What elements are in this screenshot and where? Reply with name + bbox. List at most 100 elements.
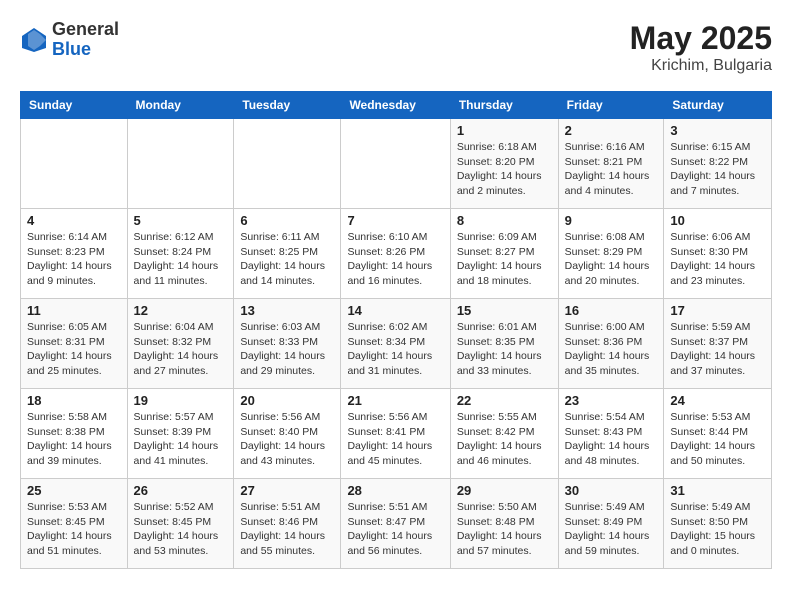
weekday-header-thursday: Thursday — [450, 92, 558, 119]
logo: General Blue — [20, 20, 119, 60]
day-number: 25 — [27, 483, 121, 498]
calendar-cell: 13 Sunrise: 6:03 AM Sunset: 8:33 PM Dayli… — [234, 299, 341, 389]
calendar-header: SundayMondayTuesdayWednesdayThursdayFrid… — [21, 92, 772, 119]
calendar-cell: 25Sunrise: 5:53 AM Sunset: 8:45 PM Dayli… — [21, 479, 128, 569]
day-info: Sunrise: 5:53 AM Sunset: 8:44 PM Dayligh… — [670, 410, 765, 469]
calendar-subtitle: Krichim, Bulgaria — [630, 57, 772, 75]
calendar-cell: 29 Sunrise: 5:50 AM Sunset: 8:48 PM Dayli… — [450, 479, 558, 569]
calendar-cell — [341, 119, 450, 209]
day-number: 28 — [347, 483, 443, 498]
weekday-header-row: SundayMondayTuesdayWednesdayThursdayFrid… — [21, 92, 772, 119]
calendar-cell: 19Sunrise: 5:57 AM Sunset: 8:39 PM Dayli… — [127, 389, 234, 479]
logo-text: General Blue — [52, 20, 119, 60]
day-number: 26 — [134, 483, 228, 498]
calendar-week-4: 18 Sunrise: 5:58 AM Sunset: 8:38 PM Dayli… — [21, 389, 772, 479]
calendar-cell: 9 Sunrise: 6:08 AM Sunset: 8:29 PM Daylig… — [558, 209, 664, 299]
day-number: 3 — [670, 123, 765, 138]
calendar-cell: 3 Sunrise: 6:15 AM Sunset: 8:22 PM Daylig… — [664, 119, 772, 209]
day-number: 7 — [347, 213, 443, 228]
day-info: Sunrise: 5:56 AM Sunset: 8:40 PM Dayligh… — [240, 410, 334, 469]
calendar-cell: 10 Sunrise: 6:06 AM Sunset: 8:30 PM Dayli… — [664, 209, 772, 299]
day-number: 12 — [134, 303, 228, 318]
day-number: 31 — [670, 483, 765, 498]
calendar-title: May 2025 — [630, 20, 772, 57]
day-number: 6 — [240, 213, 334, 228]
day-info: Sunrise: 6:14 AM Sunset: 8:23 PM Dayligh… — [27, 230, 121, 289]
day-info: Sunrise: 6:16 AM Sunset: 8:21 PM Dayligh… — [565, 140, 658, 199]
day-info: Sunrise: 5:58 AM Sunset: 8:38 PM Dayligh… — [27, 410, 121, 469]
day-number: 16 — [565, 303, 658, 318]
day-number: 29 — [457, 483, 552, 498]
calendar-cell: 12Sunrise: 6:04 AM Sunset: 8:32 PM Dayli… — [127, 299, 234, 389]
day-info: Sunrise: 6:03 AM Sunset: 8:33 PM Dayligh… — [240, 320, 334, 379]
logo-general-text: General — [52, 20, 119, 40]
day-number: 22 — [457, 393, 552, 408]
day-number: 14 — [347, 303, 443, 318]
day-number: 11 — [27, 303, 121, 318]
day-number: 4 — [27, 213, 121, 228]
day-number: 17 — [670, 303, 765, 318]
day-info: Sunrise: 5:55 AM Sunset: 8:42 PM Dayligh… — [457, 410, 552, 469]
day-info: Sunrise: 5:56 AM Sunset: 8:41 PM Dayligh… — [347, 410, 443, 469]
day-number: 18 — [27, 393, 121, 408]
day-number: 24 — [670, 393, 765, 408]
calendar-cell: 26Sunrise: 5:52 AM Sunset: 8:45 PM Dayli… — [127, 479, 234, 569]
weekday-header-saturday: Saturday — [664, 92, 772, 119]
day-info: Sunrise: 6:09 AM Sunset: 8:27 PM Dayligh… — [457, 230, 552, 289]
day-info: Sunrise: 5:59 AM Sunset: 8:37 PM Dayligh… — [670, 320, 765, 379]
day-number: 27 — [240, 483, 334, 498]
day-info: Sunrise: 5:49 AM Sunset: 8:49 PM Dayligh… — [565, 500, 658, 559]
calendar-table: SundayMondayTuesdayWednesdayThursdayFrid… — [20, 91, 772, 569]
calendar-cell: 16 Sunrise: 6:00 AM Sunset: 8:36 PM Dayli… — [558, 299, 664, 389]
day-number: 8 — [457, 213, 552, 228]
day-info: Sunrise: 5:54 AM Sunset: 8:43 PM Dayligh… — [565, 410, 658, 469]
weekday-header-monday: Monday — [127, 92, 234, 119]
calendar-cell — [21, 119, 128, 209]
calendar-cell: 24 Sunrise: 5:53 AM Sunset: 8:44 PM Dayli… — [664, 389, 772, 479]
day-info: Sunrise: 6:06 AM Sunset: 8:30 PM Dayligh… — [670, 230, 765, 289]
calendar-body: 1Sunrise: 6:18 AM Sunset: 8:20 PM Daylig… — [21, 119, 772, 569]
day-number: 5 — [134, 213, 228, 228]
day-info: Sunrise: 5:50 AM Sunset: 8:48 PM Dayligh… — [457, 500, 552, 559]
day-number: 19 — [134, 393, 228, 408]
day-number: 30 — [565, 483, 658, 498]
calendar-cell: 31Sunrise: 5:49 AM Sunset: 8:50 PM Dayli… — [664, 479, 772, 569]
calendar-cell: 4 Sunrise: 6:14 AM Sunset: 8:23 PM Daylig… — [21, 209, 128, 299]
weekday-header-friday: Friday — [558, 92, 664, 119]
day-number: 13 — [240, 303, 334, 318]
weekday-header-sunday: Sunday — [21, 92, 128, 119]
logo-icon — [20, 26, 48, 54]
calendar-cell: 17 Sunrise: 5:59 AM Sunset: 8:37 PM Dayli… — [664, 299, 772, 389]
day-info: Sunrise: 6:12 AM Sunset: 8:24 PM Dayligh… — [134, 230, 228, 289]
day-number: 2 — [565, 123, 658, 138]
day-info: Sunrise: 6:11 AM Sunset: 8:25 PM Dayligh… — [240, 230, 334, 289]
day-info: Sunrise: 6:05 AM Sunset: 8:31 PM Dayligh… — [27, 320, 121, 379]
calendar-week-2: 4 Sunrise: 6:14 AM Sunset: 8:23 PM Daylig… — [21, 209, 772, 299]
calendar-week-3: 11 Sunrise: 6:05 AM Sunset: 8:31 PM Dayli… — [21, 299, 772, 389]
title-block: May 2025 Krichim, Bulgaria — [630, 20, 772, 75]
calendar-cell: 11 Sunrise: 6:05 AM Sunset: 8:31 PM Dayli… — [21, 299, 128, 389]
weekday-header-wednesday: Wednesday — [341, 92, 450, 119]
day-info: Sunrise: 6:02 AM Sunset: 8:34 PM Dayligh… — [347, 320, 443, 379]
day-info: Sunrise: 5:51 AM Sunset: 8:46 PM Dayligh… — [240, 500, 334, 559]
calendar-cell: 15Sunrise: 6:01 AM Sunset: 8:35 PM Dayli… — [450, 299, 558, 389]
weekday-header-tuesday: Tuesday — [234, 92, 341, 119]
calendar-cell: 30 Sunrise: 5:49 AM Sunset: 8:49 PM Dayli… — [558, 479, 664, 569]
page-header: General Blue May 2025 Krichim, Bulgaria — [20, 20, 772, 75]
day-info: Sunrise: 5:51 AM Sunset: 8:47 PM Dayligh… — [347, 500, 443, 559]
day-info: Sunrise: 6:15 AM Sunset: 8:22 PM Dayligh… — [670, 140, 765, 199]
day-number: 10 — [670, 213, 765, 228]
calendar-cell: 8 Sunrise: 6:09 AM Sunset: 8:27 PM Daylig… — [450, 209, 558, 299]
calendar-cell: 27 Sunrise: 5:51 AM Sunset: 8:46 PM Dayli… — [234, 479, 341, 569]
calendar-cell: 6 Sunrise: 6:11 AM Sunset: 8:25 PM Daylig… — [234, 209, 341, 299]
calendar-cell: 23 Sunrise: 5:54 AM Sunset: 8:43 PM Dayli… — [558, 389, 664, 479]
day-info: Sunrise: 6:08 AM Sunset: 8:29 PM Dayligh… — [565, 230, 658, 289]
day-info: Sunrise: 6:01 AM Sunset: 8:35 PM Dayligh… — [457, 320, 552, 379]
day-number: 23 — [565, 393, 658, 408]
day-number: 9 — [565, 213, 658, 228]
calendar-cell: 21Sunrise: 5:56 AM Sunset: 8:41 PM Dayli… — [341, 389, 450, 479]
day-info: Sunrise: 6:10 AM Sunset: 8:26 PM Dayligh… — [347, 230, 443, 289]
day-info: Sunrise: 6:18 AM Sunset: 8:20 PM Dayligh… — [457, 140, 552, 199]
calendar-cell: 22 Sunrise: 5:55 AM Sunset: 8:42 PM Dayli… — [450, 389, 558, 479]
day-info: Sunrise: 6:00 AM Sunset: 8:36 PM Dayligh… — [565, 320, 658, 379]
